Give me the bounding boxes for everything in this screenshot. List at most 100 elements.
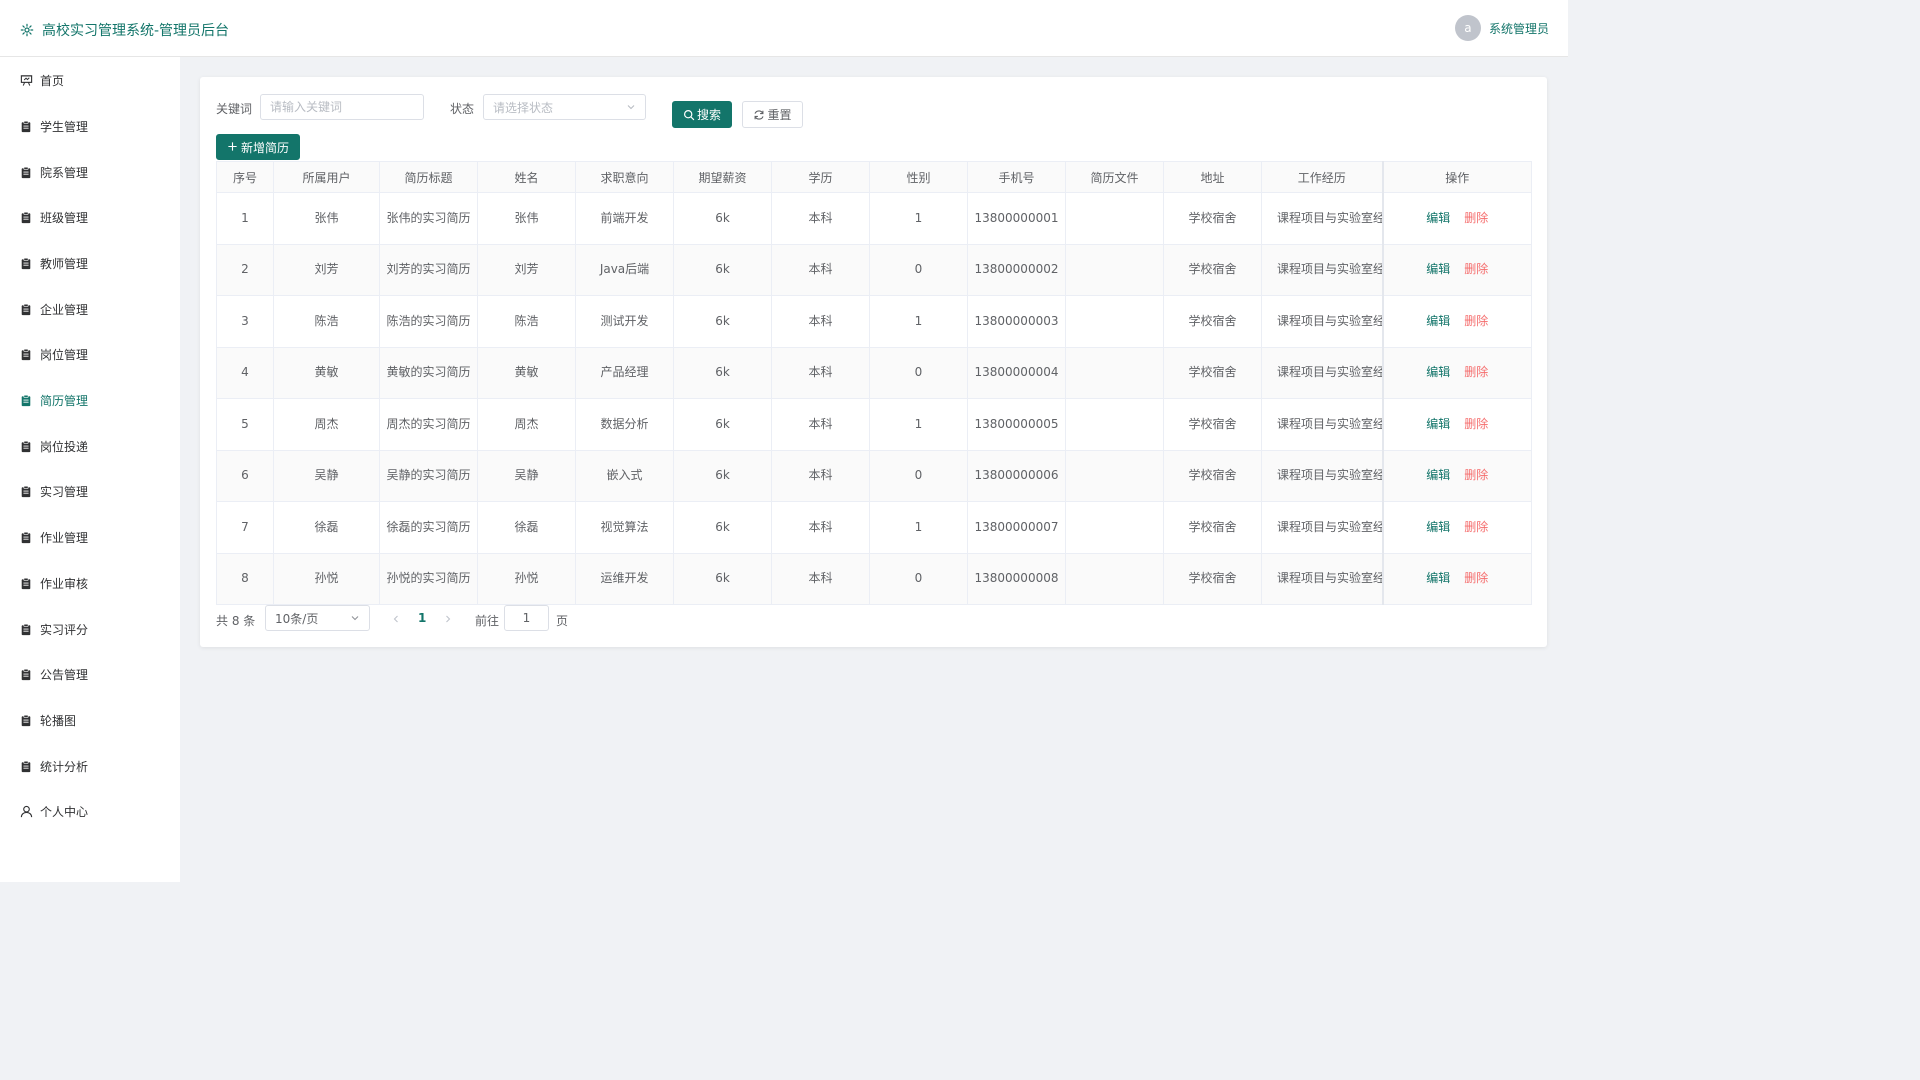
search-icon [683,109,695,121]
sidebar-item-scoring[interactable]: 实习评分 [0,609,180,649]
clipboard-icon [19,667,33,681]
user-icon [19,804,33,818]
clipboard-icon [19,484,33,498]
status-placeholder: 请选择状态 [493,100,554,115]
cell-address: 学校宿舍 [1163,295,1262,348]
cell-name: 陈浩 [477,295,576,348]
add-resume-button[interactable]: 新增简历 [216,134,300,160]
edit-button[interactable]: 编辑 [1426,314,1450,328]
clipboard-icon [19,622,33,636]
keyword-input[interactable] [260,94,424,120]
cell-address: 学校宿舍 [1163,243,1262,296]
edit-button[interactable]: 编辑 [1426,365,1450,379]
edit-button[interactable]: 编辑 [1426,417,1450,431]
cell-salary: 6k [673,243,772,296]
cell-phone: 13800000003 [967,295,1066,348]
cell-gender: 0 [869,346,968,399]
add-resume-label: 新增简历 [240,140,289,155]
sidebar-item-statistics[interactable]: 统计分析 [0,746,180,786]
sidebar-item-departments[interactable]: 院系管理 [0,152,180,192]
sidebar-item-assignment-review[interactable]: 作业审核 [0,563,180,603]
edit-button[interactable]: 编辑 [1426,262,1450,276]
app-brand: 高校实习管理系统-管理员后台 [20,20,229,40]
cell-file [1065,501,1164,554]
sidebar-item-classes[interactable]: 班级管理 [0,197,180,237]
sidebar-item-announcements[interactable]: 公告管理 [0,654,180,694]
delete-button[interactable]: 删除 [1464,314,1488,328]
clipboard-icon [19,302,33,316]
cell-address: 学校宿舍 [1163,501,1262,554]
clipboard-icon [19,210,33,224]
sidebar-item-carousel[interactable]: 轮播图 [0,700,180,740]
cell-address: 学校宿舍 [1163,398,1262,451]
delete-button[interactable]: 删除 [1464,262,1488,276]
delete-button[interactable]: 删除 [1464,468,1488,482]
edit-button[interactable]: 编辑 [1426,211,1450,225]
search-button[interactable]: 搜索 [672,101,732,128]
sidebar-item-companies[interactable]: 企业管理 [0,289,180,329]
prev-page-icon[interactable] [391,614,401,624]
cell-education: 本科 [771,295,870,348]
cell-gender: 0 [869,449,968,502]
resume-list-card: 关键词 状态 请选择状态 搜索 重置 新增简历 序号 所属用户 简历标题 姓名 [200,77,1547,647]
sidebar-item-resumes[interactable]: 简历管理 [0,380,180,420]
page-size-select[interactable]: 10条/页 [265,605,370,631]
clipboard-icon [19,347,33,361]
goto-page-input[interactable] [504,605,549,631]
clipboard-icon [19,256,33,270]
delete-button[interactable]: 删除 [1464,571,1488,585]
sidebar-item-assignments[interactable]: 作业管理 [0,517,180,557]
top-header: 高校实习管理系统-管理员后台 a 系统管理员 [0,0,1568,57]
cell-user: 刘芳 [273,243,380,296]
cell-name: 徐磊 [477,501,576,554]
cell-education: 本科 [771,243,870,296]
page-number-current[interactable]: 1 [418,611,426,625]
cell-name: 周杰 [477,398,576,451]
sidebar-item-home[interactable]: 首页 [0,60,180,100]
delete-button[interactable]: 删除 [1464,417,1488,431]
next-page-icon[interactable] [443,614,453,624]
sidebar-item-internships[interactable]: 实习管理 [0,471,180,511]
pagination-total: 共 8 条 [216,614,256,628]
sidebar-item-students[interactable]: 学生管理 [0,106,180,146]
avatar[interactable]: a [1454,15,1481,41]
sidebar-item-label: 企业管理 [40,302,89,317]
sidebar-item-profile[interactable]: 个人中心 [0,791,180,831]
cell-actions: 编辑 删除 [1381,398,1532,451]
cell-file [1065,295,1164,348]
page-suffix: 页 [556,614,569,628]
cell-file [1065,398,1164,451]
sidebar-item-positions[interactable]: 岗位管理 [0,334,180,374]
sidebar-item-applications[interactable]: 岗位投递 [0,426,180,466]
status-select[interactable]: 请选择状态 [483,94,646,120]
cell-phone: 13800000001 [967,192,1066,245]
cell-intent: 视觉算法 [575,501,674,554]
delete-button[interactable]: 删除 [1464,211,1488,225]
cell-file [1065,243,1164,296]
cell-user: 张伟 [273,192,380,245]
user-menu[interactable]: a 系统管理员 [1454,15,1549,41]
cell-experience: 课程项目与实验室经历 [1261,552,1383,605]
sidebar-item-teachers[interactable]: 教师管理 [0,243,180,283]
delete-button[interactable]: 删除 [1464,365,1488,379]
cell-education: 本科 [771,192,870,245]
username[interactable]: 系统管理员 [1489,20,1549,37]
sidebar-item-label: 院系管理 [40,165,89,180]
table-row: 8 孙悦 孙悦的实习简历 孙悦 运维开发 6k 本科 0 13800000008… [216,552,1532,605]
clipboard-icon [19,393,33,407]
delete-button[interactable]: 删除 [1464,520,1488,534]
clipboard-icon [19,530,33,544]
edit-button[interactable]: 编辑 [1426,520,1450,534]
sidebar-item-label: 实习评分 [40,622,89,637]
cell-actions: 编辑 删除 [1381,295,1532,348]
goto-label: 前往 [475,614,500,628]
cell-phone: 13800000004 [967,346,1066,399]
cell-salary: 6k [673,398,772,451]
edit-button[interactable]: 编辑 [1426,468,1450,482]
edit-button[interactable]: 编辑 [1426,571,1450,585]
cell-education: 本科 [771,346,870,399]
sidebar-item-label: 轮播图 [40,713,77,728]
sidebar-item-label: 公告管理 [40,667,89,682]
reset-button[interactable]: 重置 [742,101,803,128]
cell-gender: 1 [869,295,968,348]
